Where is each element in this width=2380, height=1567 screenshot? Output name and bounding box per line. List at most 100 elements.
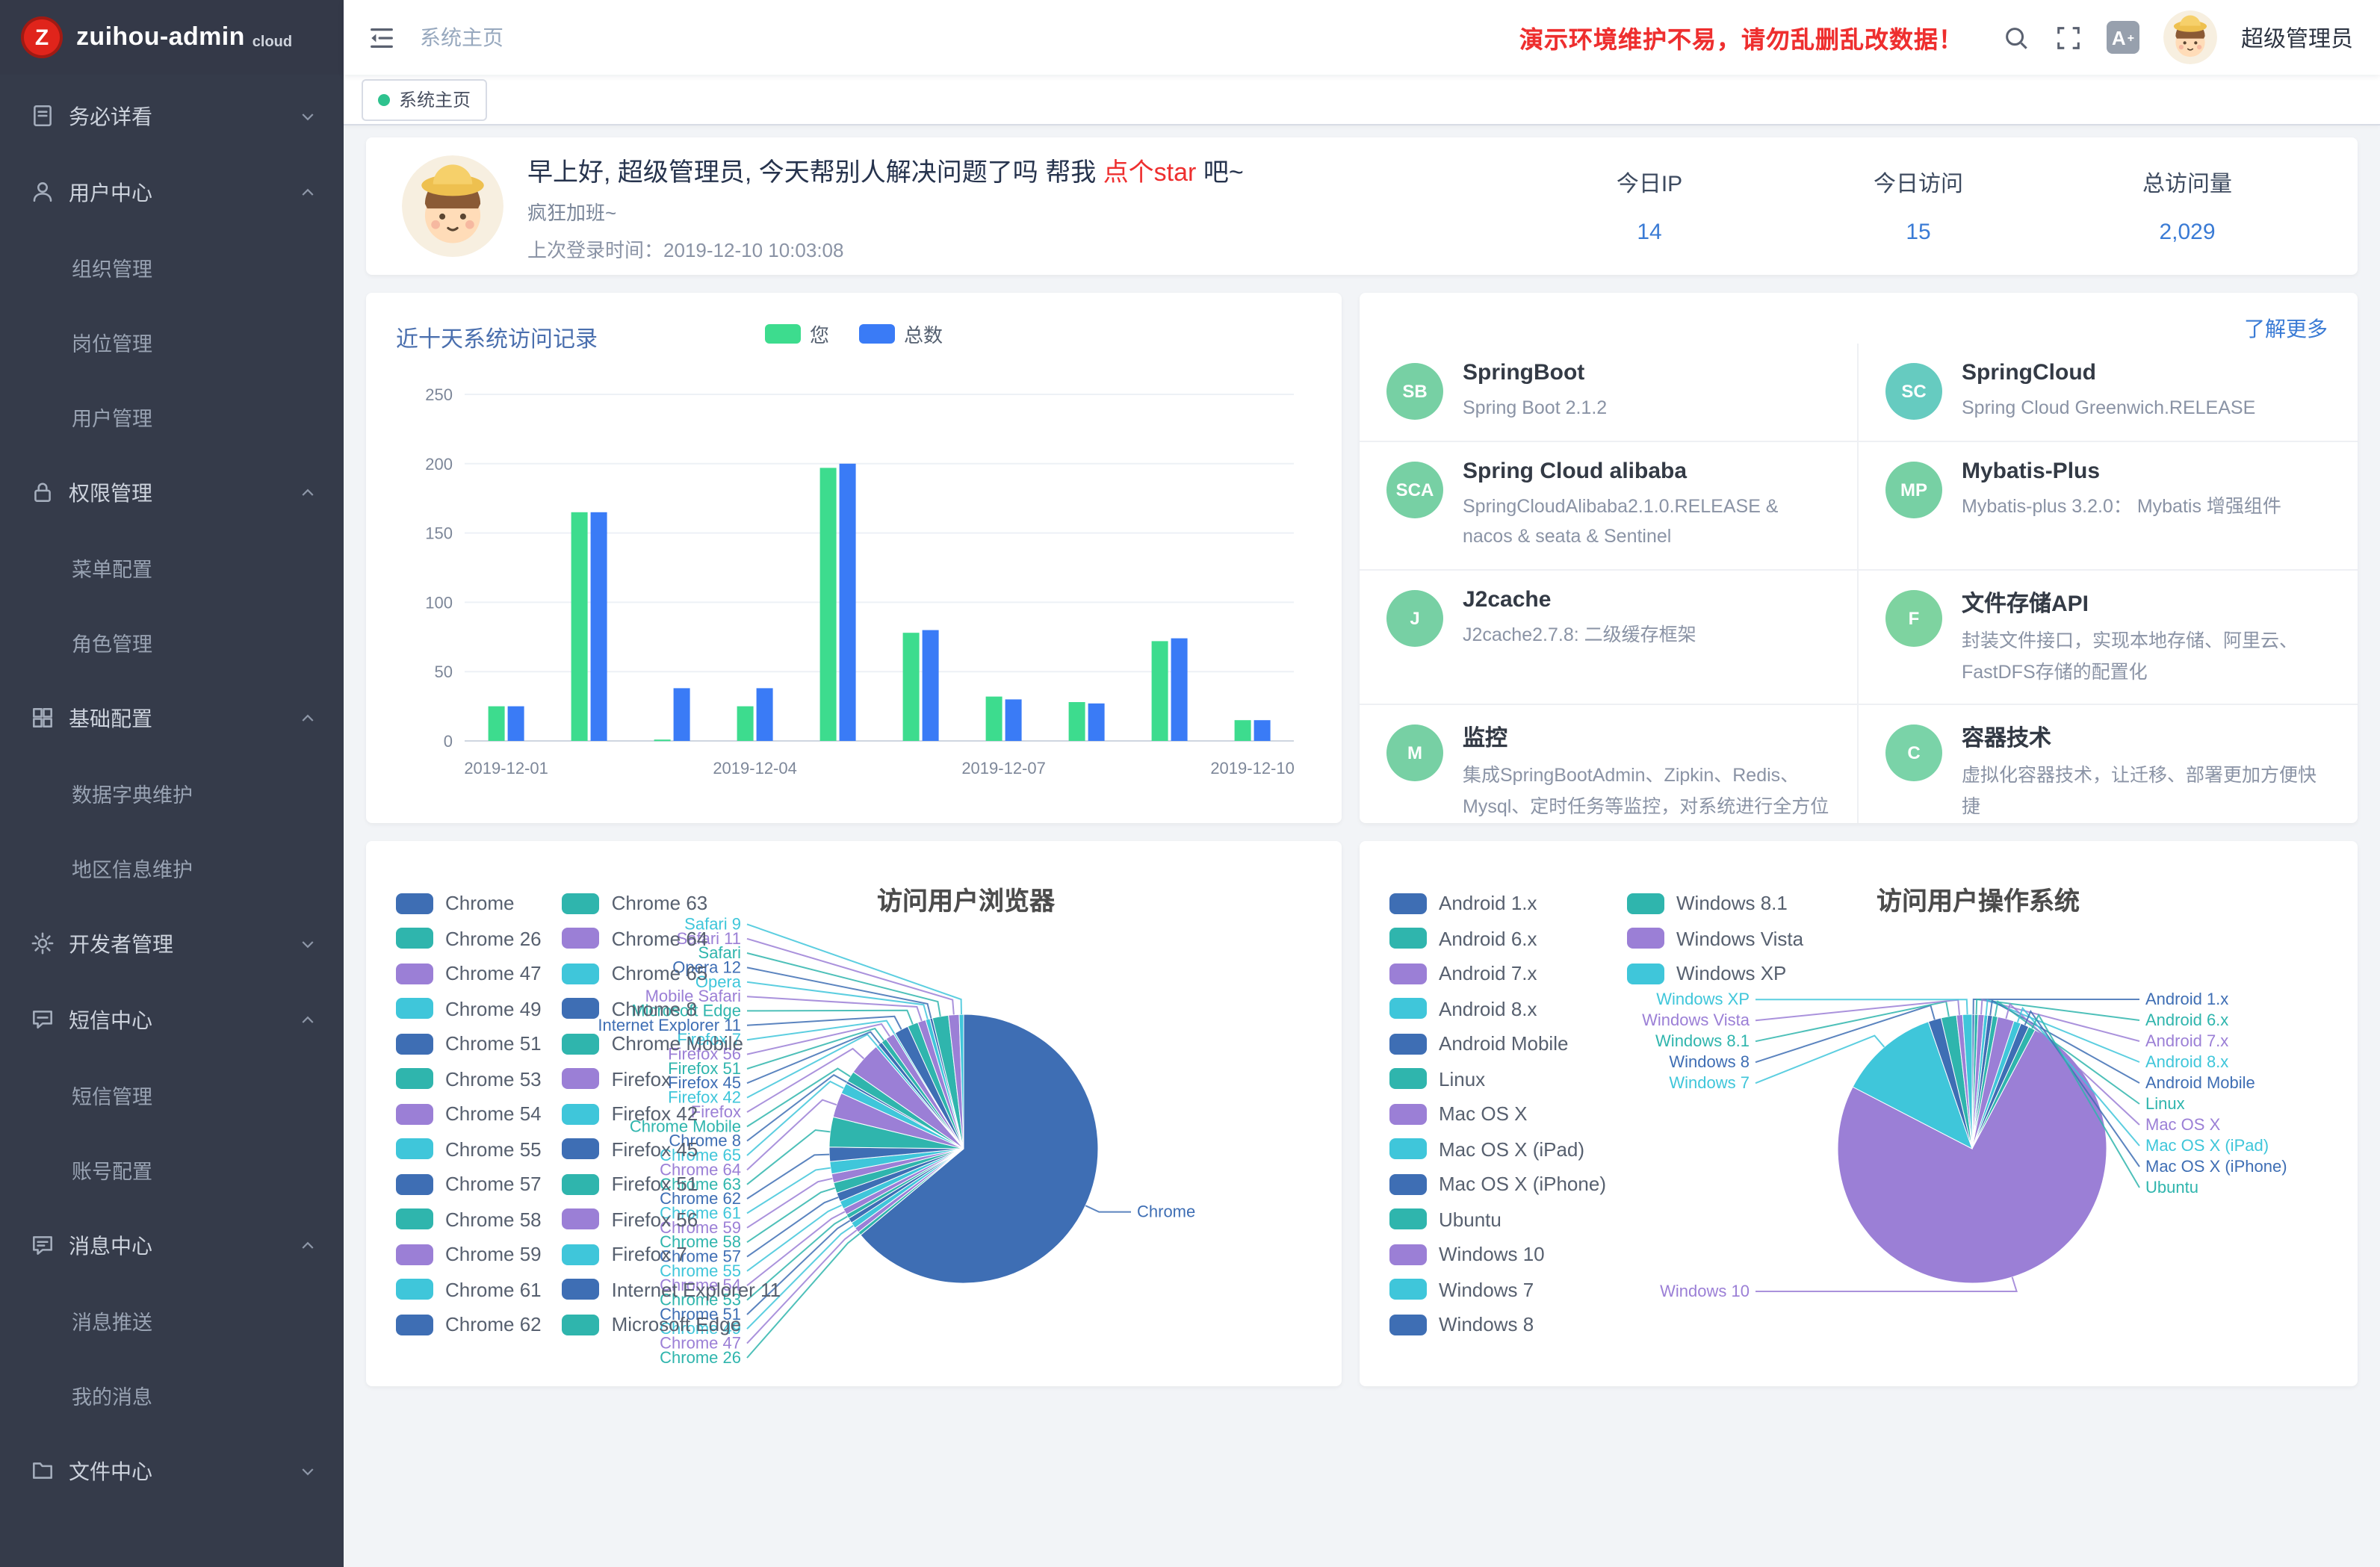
legend-item[interactable]: Chrome — [396, 886, 542, 921]
bar[interactable] — [591, 512, 607, 741]
bar[interactable] — [1069, 702, 1085, 741]
legend-item[interactable]: Firefox 56 — [563, 1202, 781, 1237]
sidebar-subitem[interactable]: 消息推送 — [0, 1283, 344, 1358]
bar[interactable] — [757, 688, 773, 741]
user-avatar[interactable] — [2163, 10, 2217, 64]
bar[interactable] — [571, 512, 588, 741]
pie-slice[interactable] — [847, 1072, 964, 1149]
sidebar-subitem[interactable]: 组织管理 — [0, 230, 344, 305]
pie-slice[interactable] — [1956, 1014, 1972, 1149]
pie-slice[interactable] — [886, 1034, 964, 1149]
pie-slice[interactable] — [1972, 1015, 1992, 1149]
pie-slice[interactable] — [1972, 1027, 2035, 1149]
sidebar-subitem[interactable]: 账号配置 — [0, 1132, 344, 1207]
legend-item[interactable]: Firefox 42 — [563, 1096, 781, 1132]
pie-slice[interactable] — [881, 1039, 964, 1149]
legend-item[interactable]: Firefox 7 — [563, 1237, 781, 1272]
pie-slice[interactable] — [1853, 1022, 1972, 1149]
legend-item[interactable]: Mac OS X (iPhone) — [1389, 1167, 1606, 1202]
legend-item[interactable]: Windows 8 — [1389, 1307, 1606, 1342]
pie-slice[interactable] — [895, 1026, 964, 1149]
bar[interactable] — [903, 633, 920, 741]
pie-slice[interactable] — [878, 1042, 964, 1149]
app-logo[interactable]: Z zuihou-admin cloud — [0, 0, 344, 75]
bar[interactable] — [508, 707, 524, 741]
legend-item[interactable]: Android Mobile — [1389, 1026, 1606, 1061]
legend-item[interactable]: Mac OS X (iPad) — [1389, 1132, 1606, 1167]
legend-item[interactable]: Linux — [1389, 1061, 1606, 1096]
legend-item[interactable]: Internet Explorer 11 — [563, 1272, 781, 1307]
legend-item[interactable]: Chrome 53 — [396, 1061, 542, 1096]
pie-slice[interactable] — [893, 1033, 964, 1149]
bar[interactable] — [1171, 639, 1188, 741]
legend-item[interactable]: 总数 — [859, 320, 943, 348]
pie-slice[interactable] — [841, 1084, 964, 1149]
pie-slice[interactable] — [858, 1149, 964, 1235]
pie-slice[interactable] — [853, 1046, 964, 1149]
pie-slice[interactable] — [1972, 1017, 2014, 1149]
sidebar-item[interactable]: 基础配置 — [0, 680, 344, 756]
legend-item[interactable]: Chrome 59 — [396, 1237, 542, 1272]
legend-item[interactable]: Chrome 64 — [563, 921, 781, 956]
tab-系统主页[interactable]: 系统主页 — [362, 78, 487, 120]
pie-slice[interactable] — [1972, 1014, 1984, 1149]
pie-slice[interactable] — [829, 1147, 964, 1161]
sidebar-subitem[interactable]: 地区信息维护 — [0, 831, 344, 905]
pie-slice[interactable] — [1972, 1023, 2029, 1149]
sidebar-item[interactable]: 开发者管理 — [0, 905, 344, 981]
legend-item[interactable]: Android 6.x — [1389, 921, 1606, 956]
legend-item[interactable]: Chrome 65 — [563, 956, 781, 991]
fullscreen-icon[interactable] — [2054, 23, 2083, 52]
sidebar-item[interactable]: 消息中心 — [0, 1207, 344, 1283]
bar[interactable] — [674, 688, 690, 741]
bar[interactable] — [737, 707, 754, 741]
hamburger-icon[interactable] — [368, 23, 396, 52]
pie-slice[interactable] — [949, 1014, 964, 1149]
legend-item[interactable]: Mac OS X — [1389, 1096, 1606, 1132]
legend-item[interactable]: 您 — [765, 320, 829, 348]
bar[interactable] — [923, 630, 939, 741]
pie-slice[interactable] — [1962, 1014, 1972, 1149]
legend-item[interactable]: Android 7.x — [1389, 956, 1606, 991]
breadcrumb[interactable]: 系统主页 — [420, 22, 503, 52]
pie-slice[interactable] — [840, 1149, 964, 1208]
legend-item[interactable]: Firefox — [563, 1061, 781, 1096]
sidebar-subitem[interactable]: 用户管理 — [0, 379, 344, 454]
bar[interactable] — [986, 697, 1002, 741]
pie-slice[interactable] — [843, 1149, 964, 1214]
sidebar-subitem[interactable]: 短信管理 — [0, 1058, 344, 1132]
pie-slice[interactable] — [1838, 1030, 2107, 1283]
sidebar-subitem[interactable]: 菜单配置 — [0, 530, 344, 605]
legend-item[interactable]: Chrome 8 — [563, 991, 781, 1026]
pie-slice[interactable] — [932, 1015, 964, 1149]
legend-item[interactable]: Windows Vista — [1627, 921, 1803, 956]
legend-item[interactable]: Windows XP — [1627, 956, 1803, 991]
legend-item[interactable]: Android 1.x — [1389, 886, 1606, 921]
legend-item[interactable]: Microsoft Edge — [563, 1307, 781, 1342]
legend-item[interactable]: Android 8.x — [1389, 991, 1606, 1026]
pie-slice[interactable] — [876, 1045, 964, 1149]
legend-item[interactable]: Chrome Mobile — [563, 1026, 781, 1061]
pie-slice[interactable] — [1972, 1021, 2021, 1149]
bar[interactable] — [1088, 704, 1105, 741]
username[interactable]: 超级管理员 — [2241, 22, 2353, 53]
pie-slice[interactable] — [1972, 1014, 1974, 1149]
pie-slice[interactable] — [849, 1149, 964, 1223]
search-icon[interactable] — [2002, 23, 2030, 52]
legend-item[interactable]: Chrome 55 — [396, 1132, 542, 1167]
pie-slice[interactable] — [830, 1149, 964, 1174]
legend-item[interactable]: Chrome 49 — [396, 991, 542, 1026]
legend-item[interactable]: Chrome 61 — [396, 1272, 542, 1307]
pie-slice[interactable] — [959, 1014, 964, 1149]
pie-slice[interactable] — [855, 1149, 964, 1232]
pie-slice[interactable] — [834, 1149, 964, 1193]
bar[interactable] — [1005, 699, 1022, 741]
sidebar-item[interactable]: 用户中心 — [0, 154, 344, 230]
legend-item[interactable]: Chrome 57 — [396, 1167, 542, 1202]
sidebar-item[interactable]: 文件中心 — [0, 1433, 344, 1509]
learn-more-link[interactable]: 了解更多 — [2244, 317, 2328, 341]
pie-slice[interactable] — [833, 1093, 964, 1149]
star-link[interactable]: 点个star — [1103, 158, 1197, 186]
pie-slice[interactable] — [918, 1020, 964, 1149]
pie-slice[interactable] — [837, 1149, 964, 1202]
